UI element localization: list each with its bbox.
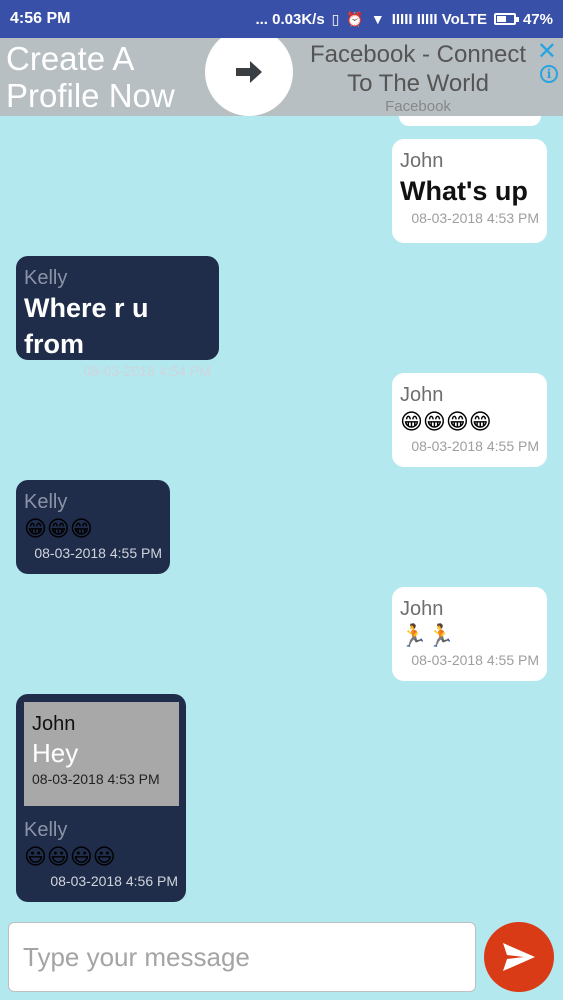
message-bubble-outgoing[interactable]: John 🏃🏃 08-03-2018 4:55 PM [392, 587, 547, 681]
message-sender: John [400, 384, 444, 406]
quoted-time: 08-03-2018 4:53 PM [32, 771, 160, 787]
ad-advertiser: Facebook [385, 98, 451, 115]
send-button[interactable] [484, 922, 554, 992]
message-time: 08-03-2018 4:54 PM [83, 363, 211, 379]
ad-title-line1: Facebook - Connect [309, 41, 527, 68]
message-sender: Kelly [24, 267, 68, 289]
status-icons: ... 0.03K/s ▯ ⏰ ▼ IIIII IIIII VoLTE 47% [255, 11, 553, 28]
info-icon[interactable]: i [540, 65, 558, 83]
message-bubble-incoming[interactable]: Kelly Where r u from 08-03-2018 4:54 PM [16, 256, 219, 379]
message-input[interactable] [8, 922, 476, 992]
send-icon [503, 943, 535, 971]
message-text: Where r u from [24, 293, 149, 359]
message-bubble-outgoing[interactable]: John What's up 08-03-2018 4:53 PM [392, 139, 547, 243]
message-emoji: 😁😁😁😁 [400, 409, 492, 434]
message-emoji: 😃😃😃😃 [24, 844, 116, 869]
battery-icon [493, 13, 519, 25]
wifi-icon: ▼ [370, 11, 385, 27]
quoted-sender: John [32, 713, 76, 735]
message-time: 08-03-2018 4:55 PM [411, 652, 539, 668]
ad-arrow-button[interactable] [205, 38, 293, 116]
message-text: What's up [400, 176, 528, 206]
ad-headline-line2: Profile Now [6, 77, 175, 114]
close-icon[interactable]: ✕ [537, 40, 557, 64]
quoted-text: Hey [32, 738, 79, 768]
ad-banner[interactable]: Create A Profile Now Facebook - Connect … [0, 38, 563, 116]
ad-headline-line1: Create A [6, 40, 135, 77]
message-bubble-incoming[interactable]: Kelly 😁😁😁 08-03-2018 4:55 PM [16, 480, 170, 574]
status-time: 4:56 PM [10, 10, 71, 27]
message-time: 08-03-2018 4:53 PM [411, 210, 539, 226]
message-sender: John [400, 150, 444, 172]
battery-percent: 47% [522, 10, 553, 28]
message-sender: Kelly [24, 819, 68, 841]
status-bar: 4:56 PM ... 0.03K/s ▯ ⏰ ▼ IIIII IIIII Vo… [0, 0, 563, 38]
message-emoji: 🏃🏃 [400, 623, 455, 648]
ad-title-line2: To The World [347, 70, 489, 97]
previous-message-edge [399, 116, 541, 126]
message-sender: Kelly [24, 491, 68, 513]
message-sender: John [400, 598, 444, 620]
ad-title[interactable]: Facebook - Connect To The World Facebook [300, 40, 536, 116]
vibrate-icon: ▯ [331, 10, 340, 27]
message-time: 08-03-2018 4:55 PM [34, 545, 162, 561]
message-time: 08-03-2018 4:55 PM [411, 438, 539, 454]
quoted-message[interactable]: John Hey 08-03-2018 4:53 PM [24, 702, 179, 806]
alarm-icon: ⏰ [346, 10, 364, 27]
message-bubble-incoming-reply[interactable]: John Hey 08-03-2018 4:53 PM Kelly 😃😃😃😃 0… [16, 694, 186, 902]
message-emoji: 😁😁😁 [24, 516, 93, 541]
arrow-right-icon [236, 61, 262, 83]
message-bubble-outgoing[interactable]: John 😁😁😁😁 08-03-2018 4:55 PM [392, 373, 547, 467]
message-time: 08-03-2018 4:56 PM [50, 873, 178, 889]
signal-indicator: IIIII IIIII VoLTE [391, 10, 487, 28]
network-speed: ... 0.03K/s [255, 10, 325, 28]
ad-headline: Create A Profile Now [6, 40, 175, 114]
